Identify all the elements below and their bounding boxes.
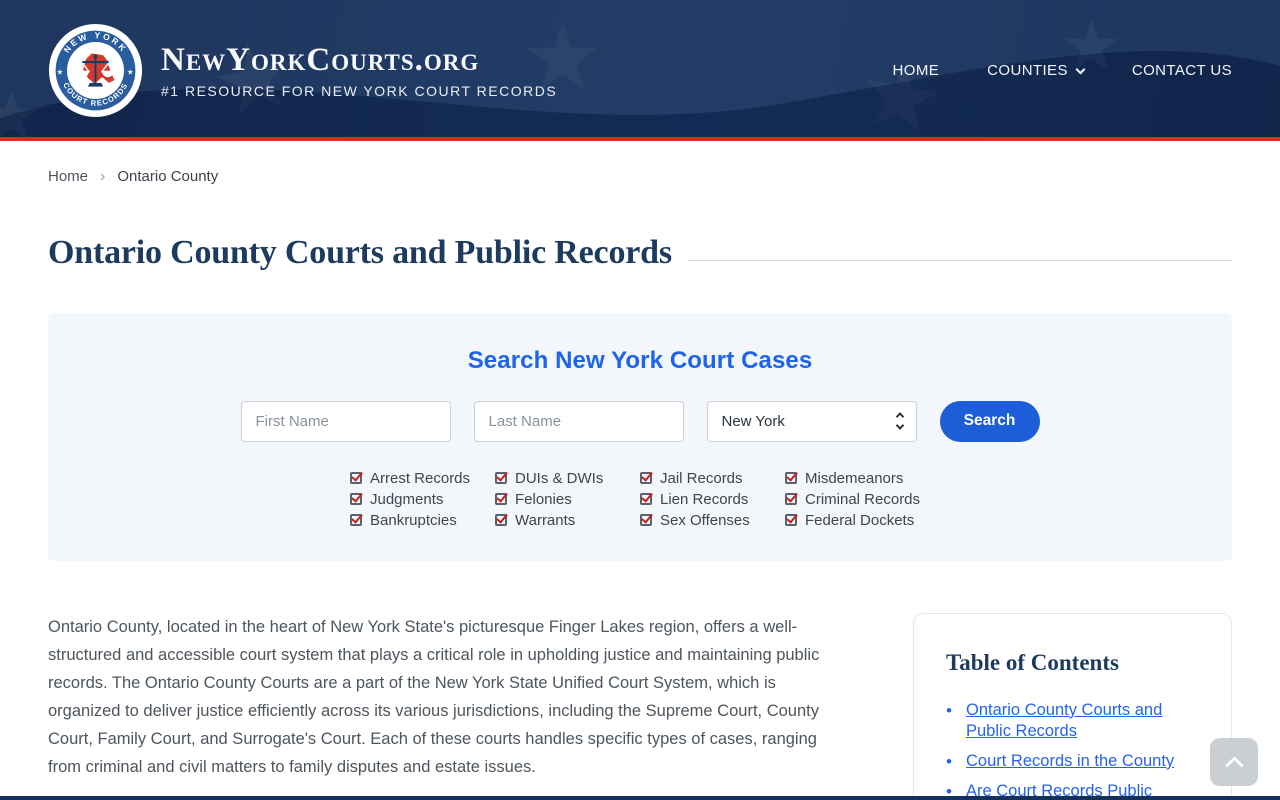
- toc-item: • Ontario County Courts and Public Recor…: [946, 700, 1199, 742]
- checkbox-misdemeanors[interactable]: Misdemeanors: [785, 470, 930, 487]
- checkbox-label: Sex Offenses: [660, 511, 750, 529]
- checkbox-warrants[interactable]: Warrants: [495, 512, 640, 529]
- svg-text:★: ★: [57, 67, 64, 76]
- title-divider: [687, 259, 1232, 261]
- bullet-icon: •: [946, 751, 952, 771]
- search-panel: Search New York Court Cases New York Sea…: [48, 312, 1232, 561]
- site-header: ★ ★ ★ ★ ★ NEW YO: [0, 0, 1280, 141]
- site-logo[interactable]: NEW YORK COURT RECORDS ★ ★ NewYorkCourts…: [48, 23, 557, 118]
- checkbox-label: Felonies: [515, 490, 572, 508]
- page: ★ ★ ★ ★ ★ NEW YO: [0, 0, 1280, 800]
- checkbox-jail-records[interactable]: Jail Records: [640, 470, 785, 487]
- state-select[interactable]: New York: [706, 400, 917, 442]
- nav-counties-label: COUNTIES: [987, 62, 1068, 79]
- breadcrumb: Home › Ontario County: [48, 168, 1232, 185]
- checkbox-federal-dockets[interactable]: Federal Dockets: [785, 512, 930, 529]
- page-title: Ontario County Courts and Public Records: [48, 234, 672, 271]
- breadcrumb-current: Ontario County: [117, 168, 219, 185]
- site-tagline: #1 RESOURCE FOR NEW YORK COURT RECORDS: [161, 82, 558, 99]
- table-of-contents: Table of Contents • Ontario County Court…: [913, 612, 1232, 800]
- breadcrumb-separator: ›: [100, 167, 106, 185]
- checkbox-judgments[interactable]: Judgments: [350, 491, 495, 508]
- nav-contact-us[interactable]: CONTACT US: [1132, 62, 1232, 79]
- checkbox-label: Warrants: [515, 511, 576, 529]
- checkbox-checked-icon: [350, 514, 362, 527]
- record-type-checkboxes: Arrest Records Judgments Bankruptcies DU…: [48, 468, 1232, 531]
- search-form: New York Search: [48, 400, 1232, 442]
- checkbox-label: Criminal Records: [805, 490, 921, 508]
- checkbox-arrest-records[interactable]: Arrest Records: [350, 470, 495, 487]
- toc-link-county-courts[interactable]: Ontario County Courts and Public Records: [966, 701, 1162, 740]
- nav-home[interactable]: HOME: [893, 62, 940, 79]
- intro-paragraph: Ontario County, located in the heart of …: [48, 617, 820, 776]
- checkbox-checked-icon: [495, 493, 507, 506]
- select-updown-icon: [895, 412, 904, 430]
- bullet-icon: •: [946, 700, 952, 720]
- main-nav: HOME COUNTIES CONTACT US: [893, 62, 1232, 79]
- checkbox-label: Arrest Records: [370, 469, 471, 487]
- checkbox-bankruptcies[interactable]: Bankruptcies: [350, 512, 495, 529]
- nav-counties[interactable]: COUNTIES: [987, 62, 1086, 79]
- checkbox-checked-icon: [640, 493, 652, 506]
- chevron-down-icon: [1075, 64, 1086, 74]
- last-name-input[interactable]: [473, 400, 684, 442]
- svg-text:★: ★: [0, 75, 43, 141]
- court-records-seal-icon: NEW YORK COURT RECORDS ★ ★: [48, 23, 143, 118]
- checkbox-label: Misdemeanors: [805, 469, 904, 487]
- checkbox-label: Federal Dockets: [805, 511, 915, 529]
- checkbox-checked-icon: [495, 472, 507, 485]
- toc-title: Table of Contents: [946, 649, 1119, 675]
- checkbox-checked-icon: [785, 493, 797, 506]
- checkbox-label: DUIs & DWIs: [515, 469, 604, 487]
- next-section-band: [0, 796, 1280, 800]
- checkbox-label: Jail Records: [660, 469, 743, 487]
- toc-list: • Ontario County Courts and Public Recor…: [946, 700, 1199, 800]
- toc-item: • Court Records in the County: [946, 751, 1199, 772]
- toc-link-court-records[interactable]: Court Records in the County: [966, 752, 1174, 770]
- checkbox-sex-offenses[interactable]: Sex Offenses: [640, 512, 785, 529]
- checkbox-lien-records[interactable]: Lien Records: [640, 491, 785, 508]
- state-select-value: New York: [721, 412, 785, 430]
- site-title: NewYorkCourts.org: [161, 42, 480, 79]
- checkbox-label: Judgments: [370, 490, 444, 508]
- svg-text:★: ★: [127, 67, 134, 76]
- checkbox-checked-icon: [785, 472, 797, 485]
- nav-contact-label: CONTACT US: [1131, 62, 1232, 79]
- search-heading: Search New York Court Cases: [467, 346, 813, 374]
- checkbox-checked-icon: [785, 514, 797, 527]
- checkbox-checked-icon: [640, 514, 652, 527]
- scroll-to-top-button[interactable]: [1210, 738, 1258, 786]
- checkbox-checked-icon: [495, 514, 507, 527]
- search-button[interactable]: Search: [939, 400, 1040, 442]
- checkbox-checked-icon: [640, 472, 652, 485]
- checkbox-criminal-records[interactable]: Criminal Records: [785, 491, 930, 508]
- breadcrumb-home-link[interactable]: Home: [48, 168, 88, 185]
- chevron-up-icon: [1224, 755, 1244, 775]
- nav-home-label: HOME: [892, 62, 940, 79]
- first-name-input[interactable]: [240, 400, 451, 442]
- checkbox-label: Lien Records: [660, 490, 749, 508]
- checkbox-checked-icon: [350, 472, 362, 485]
- checkbox-checked-icon: [350, 493, 362, 506]
- checkbox-felonies[interactable]: Felonies: [495, 491, 640, 508]
- checkbox-duis-dwis[interactable]: DUIs & DWIs: [495, 470, 640, 487]
- checkbox-label: Bankruptcies: [370, 511, 457, 529]
